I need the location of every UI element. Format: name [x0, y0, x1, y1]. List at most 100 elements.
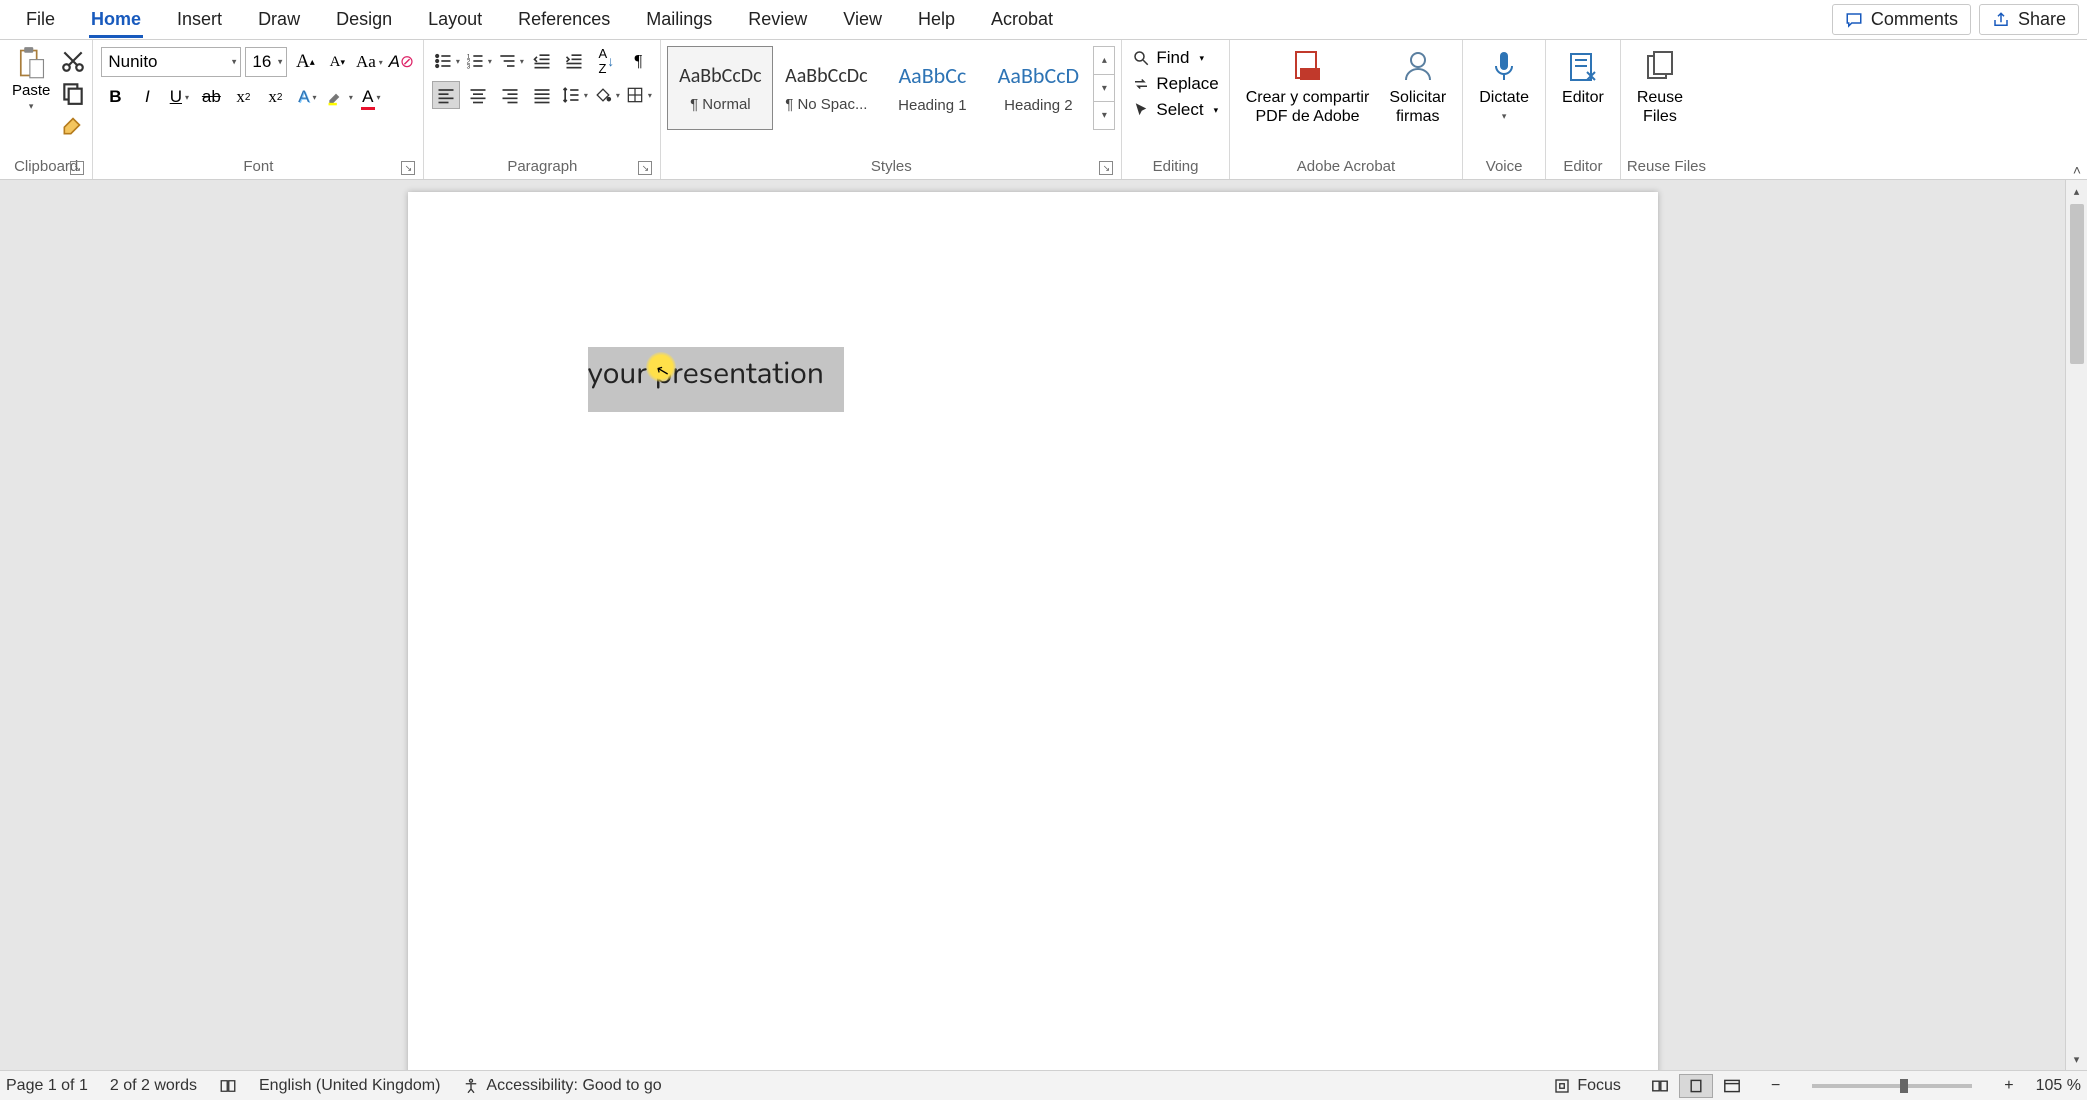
increase-indent-button[interactable] [560, 47, 588, 75]
word-count[interactable]: 2 of 2 words [110, 1077, 197, 1095]
clipboard-launcher[interactable]: ↘ [70, 161, 84, 175]
dictate-button[interactable]: Dictate ▾ [1469, 44, 1539, 122]
tab-view[interactable]: View [825, 0, 900, 40]
style-heading1[interactable]: AaBbCc Heading 1 [879, 46, 985, 130]
shading-button[interactable]: ▾ [592, 81, 620, 109]
focus-icon [1553, 1077, 1571, 1095]
align-left-button[interactable] [432, 81, 460, 109]
chevron-down-icon[interactable]: ▾ [1094, 75, 1114, 103]
tab-design[interactable]: Design [318, 0, 410, 40]
font-size-select[interactable]: 16▾ [245, 47, 287, 77]
font-name-select[interactable]: Nunito▾ [101, 47, 241, 77]
align-center-icon [468, 85, 488, 105]
justify-button[interactable] [528, 81, 556, 109]
change-case-button[interactable]: Aa▾ [355, 48, 383, 76]
focus-mode-button[interactable]: Focus [1553, 1077, 1621, 1095]
share-button[interactable]: Share [1979, 4, 2079, 35]
chevron-down-icon: ▾ [278, 57, 283, 68]
numbering-button[interactable]: 123▾ [464, 47, 492, 75]
tab-help[interactable]: Help [900, 0, 973, 40]
decrease-indent-button[interactable] [528, 47, 556, 75]
comments-label: Comments [1871, 9, 1958, 30]
cursor-icon [1132, 101, 1150, 119]
request-sign-label: Solicitar firmas [1389, 88, 1446, 126]
reuse-label: Reuse Files [1637, 88, 1683, 126]
style-no-spacing[interactable]: AaBbCcDc ¶ No Spac... [773, 46, 879, 130]
replace-button[interactable]: Replace [1132, 74, 1218, 94]
sort-button[interactable]: AZ↓ [592, 47, 620, 75]
underline-button[interactable]: U▾ [165, 83, 193, 111]
editor-button[interactable]: Editor [1552, 44, 1614, 107]
vertical-scrollbar[interactable]: ▴ ▾ [2065, 180, 2087, 1070]
ribbon: Paste ▾ Clipboard ↘ Nunito▾ 16▾ A▴ [0, 40, 2087, 180]
show-marks-button[interactable]: ¶ [624, 47, 652, 75]
paste-label: Paste [12, 82, 50, 99]
bold-button[interactable]: B [101, 83, 129, 111]
shrink-font-button[interactable]: A▾ [323, 48, 351, 76]
tab-references[interactable]: References [500, 0, 628, 40]
create-pdf-button[interactable]: Crear y compartir PDF de Adobe [1236, 44, 1380, 126]
page[interactable]: your presentation [408, 192, 1658, 1070]
expand-icon[interactable]: ▾ [1094, 102, 1114, 129]
collapse-ribbon-button[interactable]: ˄ [2073, 162, 2081, 178]
align-center-button[interactable] [464, 81, 492, 109]
zoom-thumb[interactable] [1900, 1079, 1908, 1093]
styles-launcher[interactable]: ↘ [1099, 161, 1113, 175]
format-painter-button[interactable] [60, 112, 86, 138]
web-layout-button[interactable] [1715, 1074, 1749, 1098]
tab-acrobat[interactable]: Acrobat [973, 0, 1071, 40]
paste-button[interactable]: Paste ▾ [8, 44, 54, 114]
print-layout-button[interactable] [1679, 1074, 1713, 1098]
copy-button[interactable] [60, 80, 86, 106]
language-status[interactable]: English (United Kingdom) [259, 1077, 440, 1095]
subscript-button[interactable]: x2 [229, 83, 257, 111]
text-effects-button[interactable]: A▾ [293, 83, 321, 111]
reuse-files-button[interactable]: Reuse Files [1627, 44, 1693, 126]
superscript-button[interactable]: x2 [261, 83, 289, 111]
align-right-button[interactable] [496, 81, 524, 109]
highlight-button[interactable]: ▾ [325, 83, 353, 111]
clipboard-group-label: Clipboard ↘ [6, 155, 86, 179]
scroll-thumb[interactable] [2070, 204, 2084, 364]
cut-button[interactable] [60, 48, 86, 74]
style-name: ¶ Normal [690, 96, 751, 113]
zoom-slider[interactable] [1812, 1084, 1972, 1088]
page-status[interactable]: Page 1 of 1 [6, 1077, 88, 1095]
clear-formatting-button[interactable]: A⊘ [387, 48, 415, 76]
styles-gallery-spinner[interactable]: ▴ ▾ ▾ [1093, 46, 1115, 130]
read-mode-button[interactable] [1643, 1074, 1677, 1098]
book-icon [219, 1077, 237, 1095]
paragraph-launcher[interactable]: ↘ [638, 161, 652, 175]
tab-review[interactable]: Review [730, 0, 825, 40]
font-launcher[interactable]: ↘ [401, 161, 415, 175]
tab-layout[interactable]: Layout [410, 0, 500, 40]
multilevel-list-button[interactable]: ▾ [496, 47, 524, 75]
grow-font-button[interactable]: A▴ [291, 48, 319, 76]
borders-button[interactable]: ▾ [624, 81, 652, 109]
comments-button[interactable]: Comments [1832, 4, 1971, 35]
request-sign-button[interactable]: Solicitar firmas [1379, 44, 1456, 126]
strikethrough-button[interactable]: ab [197, 83, 225, 111]
tab-file[interactable]: File [8, 0, 73, 40]
style-normal[interactable]: AaBbCcDc ¶ Normal [667, 46, 773, 130]
tab-home[interactable]: Home [73, 0, 159, 40]
bullets-button[interactable]: ▾ [432, 47, 460, 75]
font-color-button[interactable]: A▾ [357, 83, 385, 111]
tab-mailings[interactable]: Mailings [628, 0, 730, 40]
scroll-down-button[interactable]: ▾ [2066, 1048, 2087, 1070]
selected-text[interactable]: your presentation [588, 347, 844, 412]
scroll-up-button[interactable]: ▴ [2066, 180, 2087, 202]
find-button[interactable]: Find▾ [1132, 48, 1218, 68]
tab-draw[interactable]: Draw [240, 0, 318, 40]
accessibility-status[interactable]: Accessibility: Good to go [462, 1077, 661, 1095]
tab-insert[interactable]: Insert [159, 0, 240, 40]
chevron-up-icon[interactable]: ▴ [1094, 47, 1114, 75]
zoom-out-button[interactable]: − [1771, 1077, 1780, 1095]
select-button[interactable]: Select▾ [1132, 100, 1218, 120]
style-heading2[interactable]: AaBbCcD Heading 2 [985, 46, 1091, 130]
spellcheck-button[interactable] [219, 1077, 237, 1095]
zoom-in-button[interactable]: + [2004, 1077, 2013, 1095]
italic-button[interactable]: I [133, 83, 161, 111]
zoom-level[interactable]: 105 % [2036, 1077, 2081, 1095]
line-spacing-button[interactable]: ▾ [560, 81, 588, 109]
